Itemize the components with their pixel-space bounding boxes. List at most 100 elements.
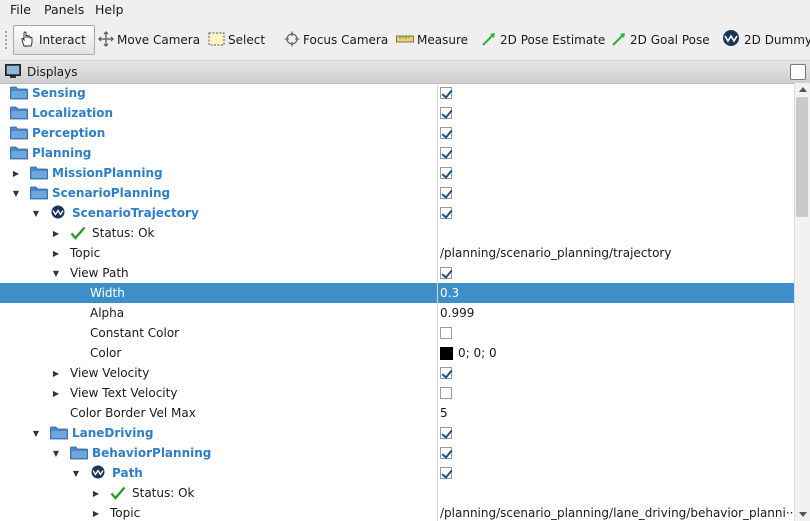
scroll-up-arrow-icon[interactable] bbox=[799, 87, 807, 92]
status-ok-check-icon bbox=[110, 483, 126, 503]
toolbar-grip[interactable] bbox=[4, 30, 8, 50]
expand-arrow-icon[interactable]: ▼ bbox=[11, 183, 21, 203]
focus-camera-label: Focus Camera bbox=[303, 33, 389, 47]
expand-arrow-icon[interactable]: ▼ bbox=[51, 443, 61, 463]
panel-float-button[interactable] bbox=[790, 64, 806, 80]
select-tool-button[interactable]: Select bbox=[208, 25, 265, 55]
tree-row-planning[interactable]: Planning bbox=[0, 143, 794, 163]
tree-row-view-text-velocity[interactable]: ▶ View Text Velocity bbox=[0, 383, 794, 403]
scroll-down-arrow-icon[interactable] bbox=[799, 512, 807, 517]
property-value[interactable]: /planning/scenario_planning/trajectory bbox=[440, 246, 671, 260]
enable-checkbox[interactable] bbox=[440, 87, 452, 99]
property-value[interactable]: 0.999 bbox=[440, 306, 474, 320]
hand-cursor-icon bbox=[18, 30, 36, 51]
green-arrow-icon bbox=[481, 31, 497, 50]
row-label: Path bbox=[112, 466, 143, 480]
folder-icon bbox=[30, 163, 48, 183]
tree-row-path[interactable]: ▼ Path bbox=[0, 463, 794, 483]
tree-row-view-path[interactable]: ▼ View Path bbox=[0, 263, 794, 283]
row-label: Alpha bbox=[90, 306, 125, 320]
tree-row-color-border-vel-max[interactable]: Color Border Vel Max 5 bbox=[0, 403, 794, 423]
menu-panels[interactable]: Panels bbox=[44, 2, 84, 17]
property-value[interactable]: 0.3 bbox=[440, 286, 459, 300]
menu-help[interactable]: Help bbox=[95, 2, 124, 17]
color-swatch[interactable] bbox=[440, 346, 453, 360]
enable-checkbox[interactable] bbox=[440, 207, 452, 219]
tree-row-sensing[interactable]: Sensing bbox=[0, 83, 794, 103]
property-value[interactable]: /planning/scenario_planning/lane_driving… bbox=[440, 506, 794, 520]
expand-arrow-icon[interactable]: ▼ bbox=[31, 423, 41, 443]
folder-icon bbox=[30, 183, 48, 203]
green-arrow-icon bbox=[611, 31, 627, 50]
focus-camera-tool-button[interactable]: Focus Camera bbox=[284, 25, 388, 55]
measure-label: Measure bbox=[417, 33, 468, 47]
2d-goal-pose-tool-button[interactable]: 2D Goal Pose bbox=[611, 25, 710, 55]
tree-row-color[interactable]: Color 0; 0; 0 bbox=[0, 343, 794, 363]
enable-checkbox[interactable] bbox=[440, 167, 452, 179]
collapse-arrow-icon[interactable]: ▶ bbox=[51, 383, 61, 403]
tree-row-missionplanning[interactable]: ▶ MissionPlanning bbox=[0, 163, 794, 183]
enable-checkbox[interactable] bbox=[440, 267, 452, 279]
tree-row-topic[interactable]: ▶ Topic/planning/scenario_planning/lane_d… bbox=[0, 503, 794, 521]
2d-pose-estimate-tool-button[interactable]: 2D Pose Estimate bbox=[481, 25, 605, 55]
row-label: Perception bbox=[32, 126, 106, 140]
folder-icon bbox=[10, 123, 28, 143]
scrollbar-thumb[interactable] bbox=[796, 97, 808, 217]
expand-arrow-icon[interactable]: ▼ bbox=[71, 463, 81, 483]
property-value[interactable]: 5 bbox=[440, 406, 448, 420]
tree-row-status-ok[interactable]: ▶ Status: Ok bbox=[0, 223, 794, 243]
measure-tool-button[interactable]: Measure bbox=[396, 25, 468, 55]
row-label: BehaviorPlanning bbox=[92, 446, 212, 460]
displays-panel-title: Displays bbox=[27, 65, 78, 79]
tree-row-lanedriving[interactable]: ▼ LaneDriving bbox=[0, 423, 794, 443]
tree-row-alpha[interactable]: Alpha 0.999 bbox=[0, 303, 794, 323]
crosshair-icon bbox=[284, 31, 300, 50]
expand-arrow-icon[interactable]: ▼ bbox=[31, 203, 41, 223]
status-ok-check-icon bbox=[70, 223, 86, 243]
tree-scrollbar[interactable] bbox=[794, 83, 810, 521]
tree-row-constant-color[interactable]: Constant Color bbox=[0, 323, 794, 343]
collapse-arrow-icon[interactable]: ▶ bbox=[91, 503, 101, 521]
enable-checkbox[interactable] bbox=[440, 107, 452, 119]
column-divider[interactable] bbox=[437, 83, 438, 521]
row-label: View Text Velocity bbox=[70, 386, 178, 400]
tree-row-behaviorplanning[interactable]: ▼ BehaviorPlanning bbox=[0, 443, 794, 463]
2d-dummy-tool-button[interactable]: 2D Dummy P bbox=[721, 25, 810, 55]
color-value[interactable]: 0; 0; 0 bbox=[458, 346, 497, 360]
tree-row-scenarioplanning[interactable]: ▼ ScenarioPlanning bbox=[0, 183, 794, 203]
menu-file[interactable]: File bbox=[10, 2, 31, 17]
tree-row-perception[interactable]: Perception bbox=[0, 123, 794, 143]
collapse-arrow-icon[interactable]: ▶ bbox=[11, 163, 21, 183]
tree-row-width[interactable]: Width 0.3 bbox=[0, 283, 794, 303]
enable-checkbox[interactable] bbox=[440, 147, 452, 159]
folder-icon bbox=[10, 143, 28, 163]
collapse-arrow-icon[interactable]: ▶ bbox=[51, 223, 61, 243]
tree-row-scenariotrajectory[interactable]: ▼ ScenarioTrajectory bbox=[0, 203, 794, 223]
move-camera-tool-button[interactable]: Move Camera bbox=[98, 25, 200, 55]
expand-arrow-icon[interactable]: ▼ bbox=[51, 263, 61, 283]
enable-checkbox[interactable] bbox=[440, 447, 452, 459]
collapse-arrow-icon[interactable]: ▶ bbox=[51, 363, 61, 383]
collapse-arrow-icon[interactable]: ▶ bbox=[91, 483, 101, 503]
tree-row-status-ok[interactable]: ▶ Status: Ok bbox=[0, 483, 794, 503]
enable-checkbox[interactable] bbox=[440, 467, 452, 479]
tree-row-topic[interactable]: ▶ Topic/planning/scenario_planning/trajec… bbox=[0, 243, 794, 263]
tree-row-localization[interactable]: Localization bbox=[0, 103, 794, 123]
tree-row-view-velocity[interactable]: ▶ View Velocity bbox=[0, 363, 794, 383]
row-label: ScenarioTrajectory bbox=[72, 206, 199, 220]
enable-checkbox[interactable] bbox=[440, 327, 452, 339]
collapse-arrow-icon[interactable]: ▶ bbox=[51, 243, 61, 263]
row-label: Planning bbox=[32, 146, 92, 160]
interact-tool-button[interactable]: Interact bbox=[13, 25, 95, 55]
row-label: Sensing bbox=[32, 86, 86, 100]
enable-checkbox[interactable] bbox=[440, 127, 452, 139]
enable-checkbox[interactable] bbox=[440, 367, 452, 379]
move-camera-icon bbox=[98, 30, 114, 50]
2d-goal-pose-label: 2D Goal Pose bbox=[630, 33, 710, 47]
enable-checkbox[interactable] bbox=[440, 387, 452, 399]
enable-checkbox[interactable] bbox=[440, 187, 452, 199]
select-label: Select bbox=[228, 33, 266, 47]
enable-checkbox[interactable] bbox=[440, 427, 452, 439]
row-label: Width bbox=[90, 286, 125, 300]
displays-tree[interactable]: Sensing Localization Perception Planning ▶ Mi… bbox=[0, 83, 794, 521]
